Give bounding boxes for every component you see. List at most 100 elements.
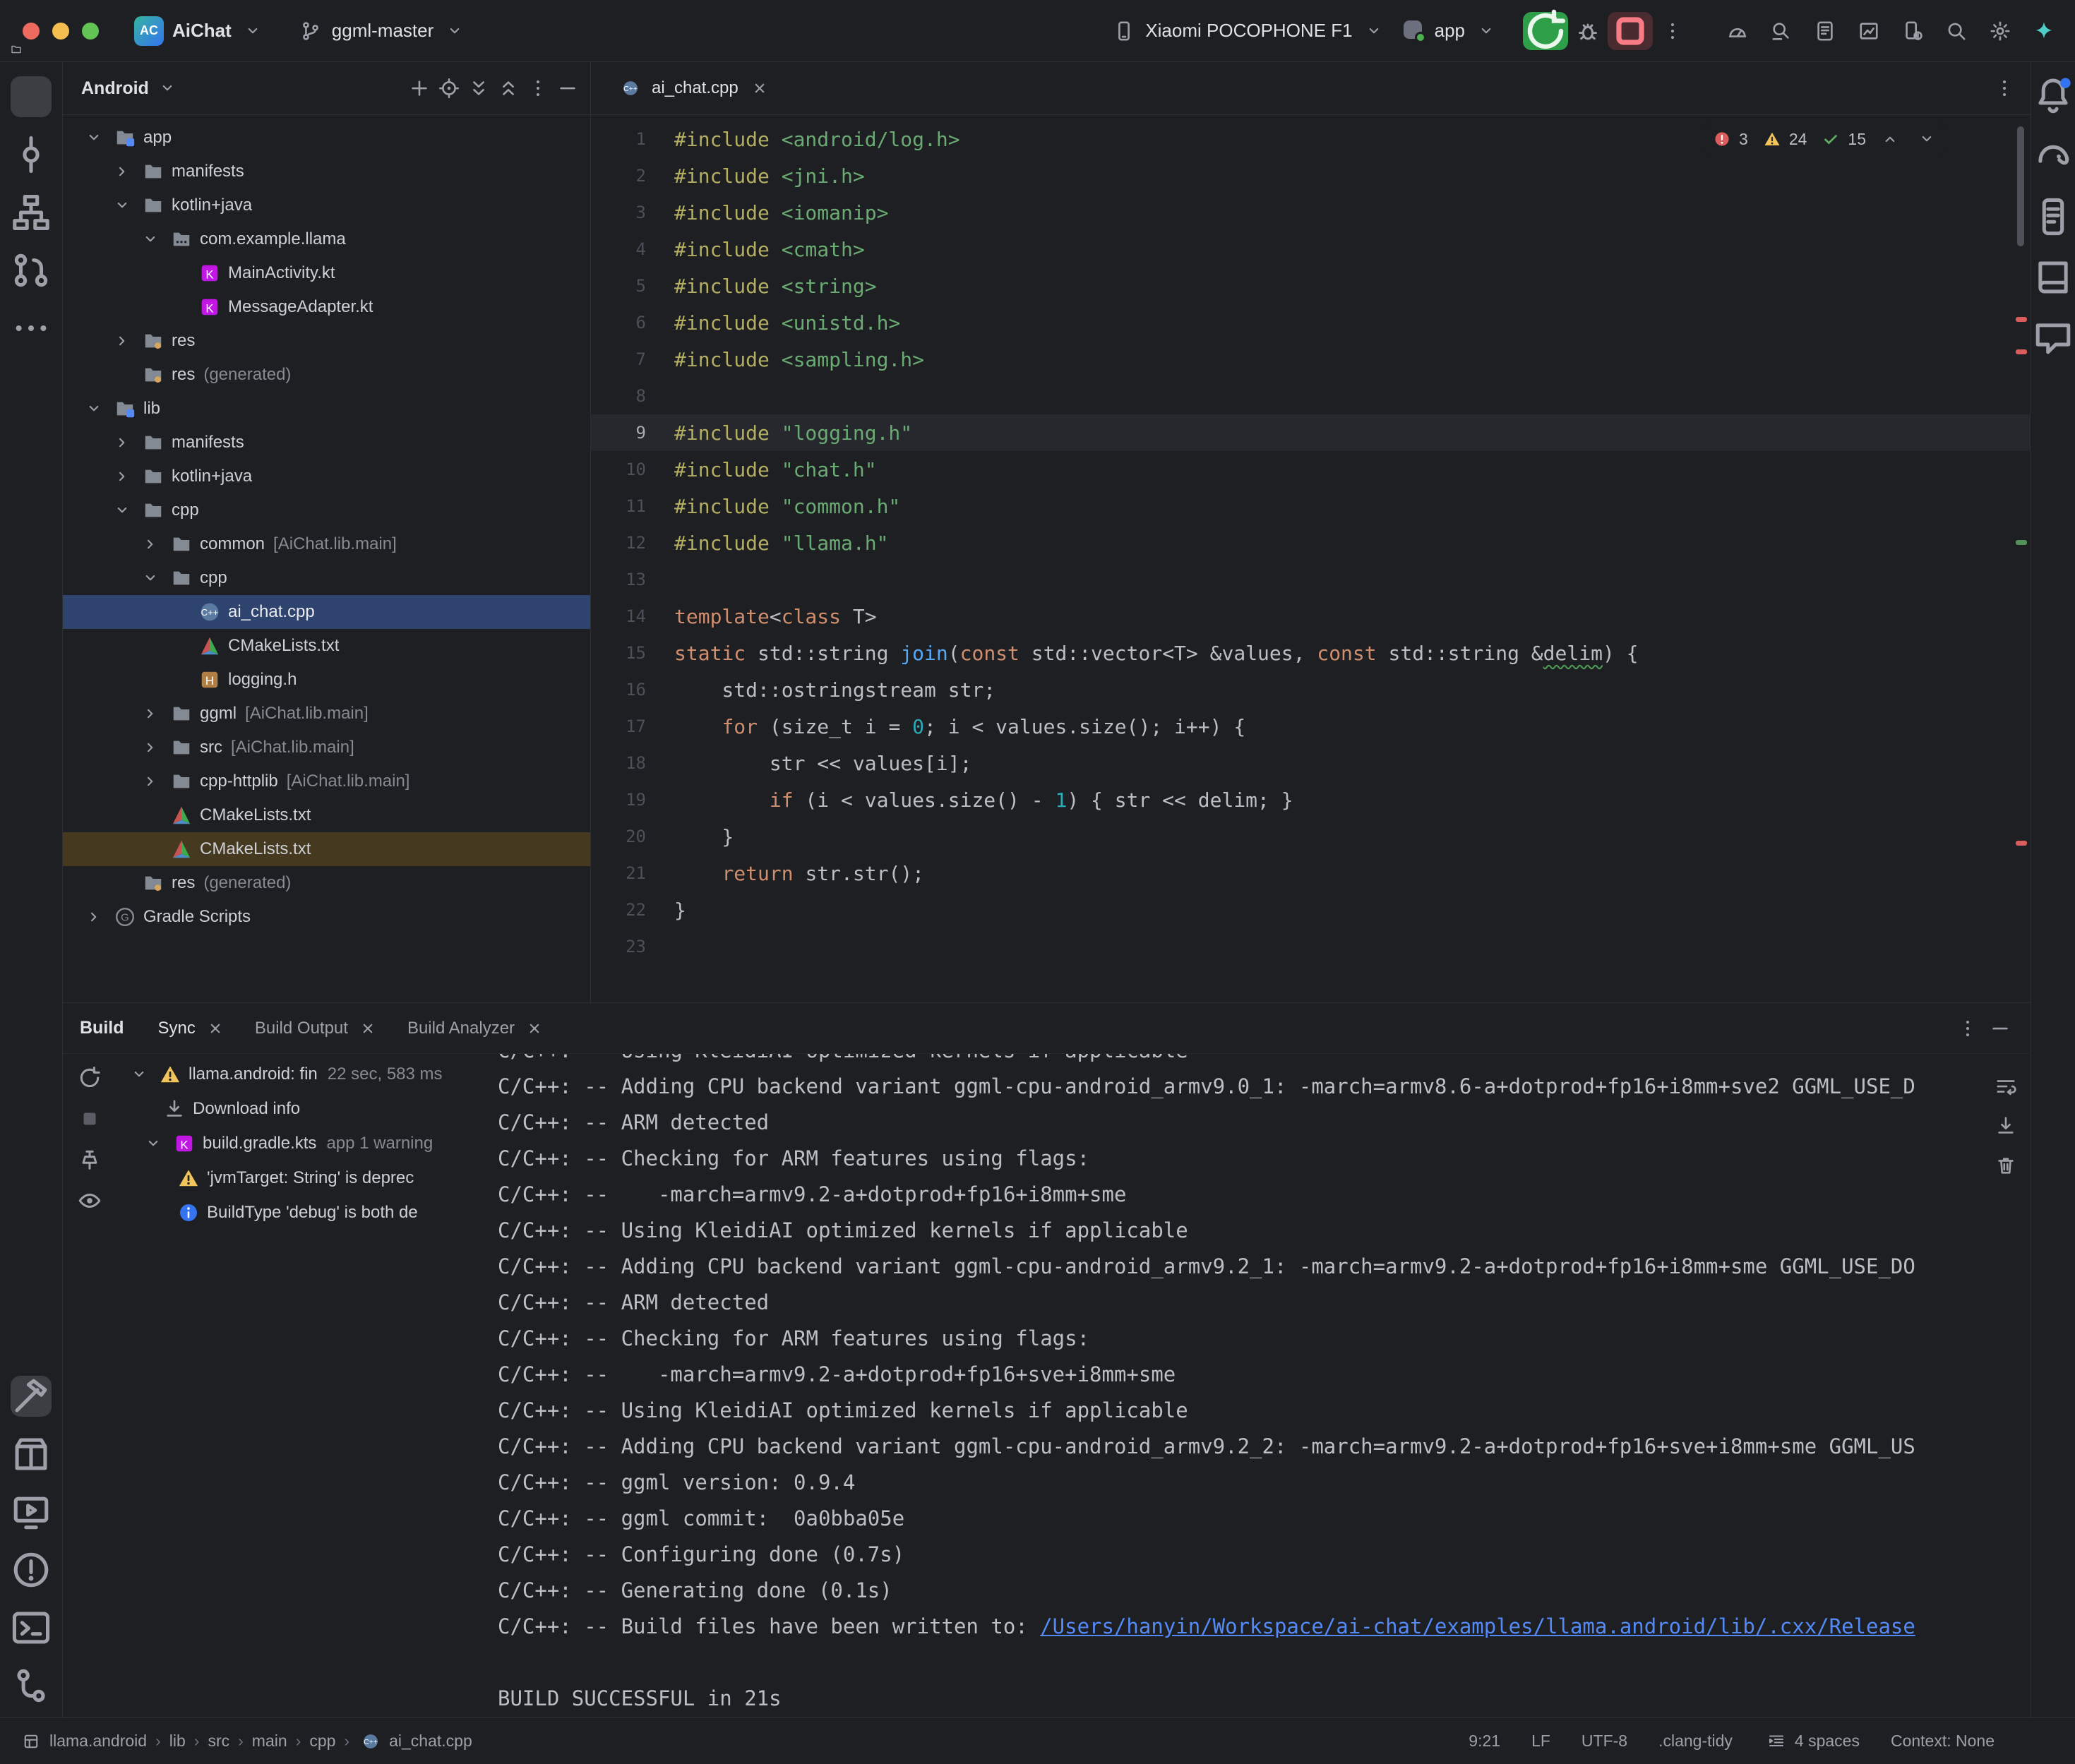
tool-device-explorer-button[interactable] <box>2033 196 2074 237</box>
expand-icon[interactable] <box>466 76 491 101</box>
console-path-link[interactable]: /Users/hanyin/Workspace/ai-chat/examples… <box>1040 1614 1915 1638</box>
stop-button[interactable] <box>1608 12 1653 50</box>
code-editor[interactable]: 1#include <android/log.h>2#include <jni.… <box>591 115 2030 1002</box>
build-console[interactable]: C/C++: -- Using KleidiAI optimized kerne… <box>498 1054 2030 1717</box>
tool-build-button[interactable] <box>11 1376 52 1417</box>
vcs-branch-widget[interactable]: ggml-master <box>288 11 477 51</box>
tree-item-lib[interactable]: lib <box>63 392 590 426</box>
close-icon[interactable] <box>522 1016 547 1041</box>
more-actions-button[interactable] <box>1660 18 1685 44</box>
tree-item-cpp-httplib[interactable]: cpp-httplib[AiChat.lib.main] <box>63 764 590 798</box>
plus-icon[interactable] <box>407 76 432 101</box>
run-button[interactable] <box>1523 12 1568 50</box>
logcat-icon[interactable] <box>1812 18 1838 44</box>
tree-item-res[interactable]: res <box>63 324 590 358</box>
breadcrumb-item[interactable]: lib <box>169 1732 186 1751</box>
device-selector[interactable]: Xiaomi POCOPHONE F1 <box>1107 11 1390 51</box>
settings-icon[interactable] <box>1987 18 2013 44</box>
run-config-selector[interactable]: app <box>1398 11 1503 51</box>
tree-item-logging-h[interactable]: Hlogging.h <box>63 663 590 697</box>
tree-item-manifests[interactable]: manifests <box>63 155 590 188</box>
build-tree-item[interactable]: BuildType 'debug' is both de <box>116 1195 498 1230</box>
context-widget[interactable]: Context: None <box>1891 1732 1995 1751</box>
device-manager-icon[interactable] <box>1900 18 1925 44</box>
minimize-window-button[interactable] <box>52 23 69 40</box>
tool-notifications-button[interactable] <box>2033 75 2074 116</box>
target-icon[interactable] <box>436 76 462 101</box>
project-view-selector[interactable]: Android <box>81 78 149 99</box>
error-stripe-mark[interactable] <box>2016 317 2027 322</box>
soft-wrap-icon[interactable] <box>1993 1074 2019 1099</box>
tool-project-button[interactable] <box>11 76 52 117</box>
indent-widget[interactable]: 4 spaces <box>1764 1729 1860 1754</box>
pin-icon[interactable] <box>77 1147 102 1172</box>
tool-assistant-button[interactable] <box>2033 318 2074 359</box>
tree-item-src[interactable]: src[AiChat.lib.main] <box>63 731 590 764</box>
tool-gradle-button[interactable] <box>2033 136 2074 176</box>
build-tree-item[interactable]: 'jvmTarget: String' is deprec <box>116 1160 498 1195</box>
chev-down-icon[interactable] <box>1914 126 1939 152</box>
find-icon[interactable] <box>1769 18 1794 44</box>
tree-item-cmakelists-txt[interactable]: CMakeLists.txt <box>63 832 590 866</box>
editor-tab-ai-chat[interactable]: C++ ai_chat.cpp <box>604 62 787 114</box>
tree-item-messageadapter-kt[interactable]: KMessageAdapter.kt <box>63 290 590 324</box>
build-tab-build-output[interactable]: Build Output <box>244 1010 392 1047</box>
tool-running-devices-button[interactable] <box>11 1492 52 1532</box>
tool-packages-button[interactable] <box>11 1434 52 1475</box>
inspections-widget[interactable]: 3 24 15 <box>1704 124 1945 155</box>
tool-pull-requests-button[interactable] <box>11 250 52 291</box>
tree-item-res[interactable]: res(generated) <box>63 358 590 392</box>
tool-problems-button[interactable] <box>11 1549 52 1590</box>
clear-icon[interactable] <box>1993 1153 2019 1178</box>
breadcrumb-item[interactable]: C++ai_chat.cpp <box>358 1729 472 1754</box>
scroll-end-icon[interactable] <box>1993 1113 2019 1139</box>
tree-item-ai-chat-cpp[interactable]: C++ai_chat.cpp <box>63 595 590 629</box>
tree-item-gradle-scripts[interactable]: GGradle Scripts <box>63 900 590 934</box>
breadcrumb-item[interactable]: src <box>208 1732 229 1751</box>
editor-scrollbar[interactable] <box>2017 126 2024 246</box>
build-tab-build-analyzer[interactable]: Build Analyzer <box>396 1010 558 1047</box>
breadcrumb-item[interactable]: cpp <box>309 1732 335 1751</box>
hide-build-panel-icon[interactable] <box>1987 1016 2013 1041</box>
tree-item-cmakelists-txt[interactable]: CMakeLists.txt <box>63 629 590 663</box>
build-options-icon[interactable] <box>1955 1016 1980 1041</box>
build-tree-item[interactable]: llama.android: fin22 sec, 583 ms <box>116 1057 498 1091</box>
breadcrumb-item[interactable]: llama.android <box>18 1729 147 1754</box>
tree-item-mainactivity-kt[interactable]: KMainActivity.kt <box>63 256 590 290</box>
tree-item-ggml[interactable]: ggml[AiChat.lib.main] <box>63 697 590 731</box>
error-stripe-mark[interactable] <box>2016 841 2027 846</box>
debug-button[interactable] <box>1575 18 1601 44</box>
tree-item-com-example-llama[interactable]: com.example.llama <box>63 222 590 256</box>
gemini-icon[interactable] <box>2031 18 2057 44</box>
tool-more-button[interactable] <box>11 308 52 349</box>
line-ending[interactable]: LF <box>1531 1732 1550 1751</box>
clang-tidy-widget[interactable]: .clang-tidy <box>1658 1732 1733 1751</box>
tool-structure-button[interactable] <box>11 192 52 233</box>
tree-item-cmakelists-txt[interactable]: CMakeLists.txt <box>63 798 590 832</box>
close-icon[interactable] <box>203 1016 228 1041</box>
maximize-window-button[interactable] <box>82 23 99 40</box>
close-window-button[interactable] <box>23 23 40 40</box>
rerun-icon[interactable] <box>77 1065 102 1091</box>
build-tab-sync[interactable]: Sync <box>147 1010 239 1047</box>
search-icon[interactable] <box>1944 18 1969 44</box>
tool-terminal-button[interactable] <box>11 1607 52 1648</box>
close-icon[interactable] <box>747 76 772 101</box>
tree-item-kotlin-java[interactable]: kotlin+java <box>63 460 590 493</box>
tree-item-cpp[interactable]: cpp <box>63 561 590 595</box>
hide-icon[interactable] <box>555 76 580 101</box>
file-encoding[interactable]: UTF-8 <box>1581 1732 1627 1751</box>
app-insights-icon[interactable] <box>1856 18 1882 44</box>
build-tree-item[interactable]: Kbuild.gradle.ktsapp 1 warning <box>116 1126 498 1160</box>
chev-up-icon[interactable] <box>1877 126 1903 152</box>
collapse-icon[interactable] <box>496 76 521 101</box>
build-tree-item[interactable]: Download info <box>116 1091 498 1126</box>
kebab-icon[interactable] <box>525 76 551 101</box>
eye-icon[interactable] <box>77 1188 102 1213</box>
tree-item-res[interactable]: res(generated) <box>63 866 590 900</box>
vcs-stripe-mark[interactable] <box>2016 540 2027 545</box>
close-icon[interactable] <box>355 1016 381 1041</box>
profiler-icon[interactable] <box>1725 18 1750 44</box>
tree-item-app[interactable]: app <box>63 121 590 155</box>
tree-item-cpp[interactable]: cpp <box>63 493 590 527</box>
